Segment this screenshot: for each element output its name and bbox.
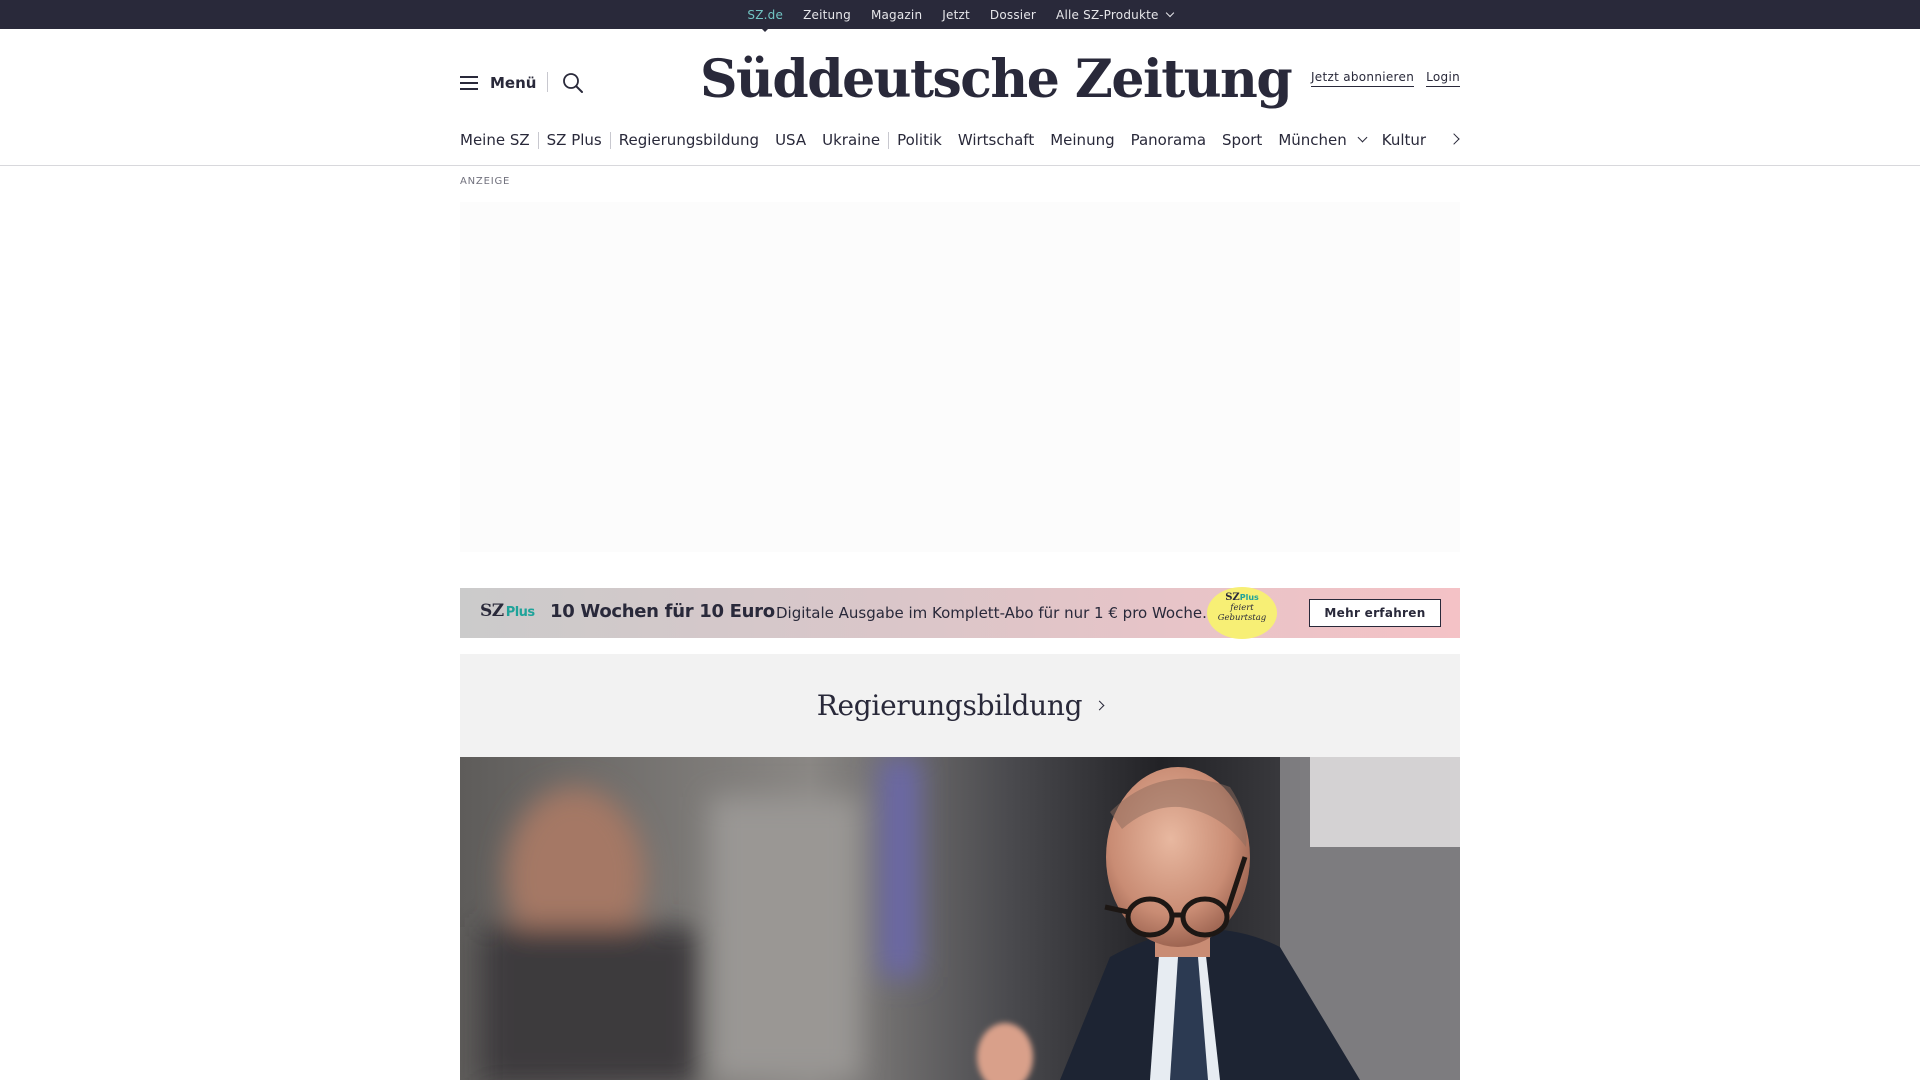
product-nav: SZ.de Zeitung Magazin Jetzt Dossier Alle…: [0, 0, 1920, 32]
chevron-right-icon[interactable]: [1446, 130, 1466, 150]
product-link-jetzt[interactable]: Jetzt: [942, 8, 970, 22]
search-icon: [563, 73, 583, 93]
all-products-label: Alle SZ-Produkte: [1056, 7, 1159, 22]
nav-item-muenchen-label: München: [1278, 131, 1347, 149]
sz-plus-logo-sz: SZ: [480, 601, 504, 621]
nav-item-sport[interactable]: Sport: [1214, 131, 1270, 149]
hamburger-icon: [460, 76, 478, 90]
badge-line1: feiert: [1230, 603, 1254, 613]
ad-slot: [460, 202, 1460, 552]
product-link-szde[interactable]: SZ.de: [747, 8, 783, 32]
nav-item-politik[interactable]: Politik: [889, 131, 950, 149]
site-logo[interactable]: Süddeutsche Zeitung: [700, 44, 1293, 116]
chevron-down-icon: [1357, 132, 1368, 142]
ad-label: ANZEIGE: [460, 176, 511, 187]
teaser-image[interactable]: [460, 757, 1460, 1080]
sz-plus-logo-plus: Plus: [505, 605, 535, 620]
sz-plus-logo: SZ Plus: [480, 601, 535, 621]
promo-subline: Digitale Ausgabe im Komplett-Abo für nur…: [776, 604, 1207, 622]
account-links: Jetzt abonnieren Login: [1310, 70, 1460, 87]
nav-item-sz-plus[interactable]: SZ Plus: [539, 131, 610, 149]
teaser-photo: [460, 757, 1460, 1080]
nav-item-wirtschaft[interactable]: Wirtschaft: [950, 131, 1042, 149]
chevron-down-icon: [1165, 8, 1174, 17]
ressort-nav: Meine SZ SZ Plus Regierungsbildung USA U…: [460, 126, 1460, 154]
nav-item-kultur[interactable]: Kultur: [1374, 131, 1434, 149]
product-link-magazin[interactable]: Magazin: [871, 8, 922, 22]
nav-item-usa[interactable]: USA: [767, 131, 814, 149]
nav-item-regierungsbildung[interactable]: Regierungsbildung: [611, 131, 767, 149]
menu-button[interactable]: Menü: [460, 68, 536, 98]
nav-item-meinung[interactable]: Meinung: [1042, 131, 1122, 149]
product-link-zeitung[interactable]: Zeitung: [803, 8, 851, 22]
header-divider-line: [0, 165, 1920, 166]
menu-label: Menü: [490, 74, 537, 92]
birthday-badge: SZPlus feiert Geburtstag: [1207, 587, 1277, 639]
badge-sz: SZ: [1225, 592, 1240, 603]
product-link-all-products[interactable]: Alle SZ-Produkte: [1056, 7, 1174, 22]
nav-item-ukraine[interactable]: Ukraine: [814, 131, 888, 149]
sz-plus-promo-banner[interactable]: SZ Plus 10 Wochen für 10 Euro Digitale Au…: [460, 587, 1460, 639]
product-link-dossier[interactable]: Dossier: [990, 8, 1036, 22]
nav-item-panorama[interactable]: Panorama: [1123, 131, 1214, 149]
badge-line2: Geburtstag: [1217, 613, 1267, 623]
login-link[interactable]: Login: [1426, 70, 1460, 87]
nav-item-meine-sz[interactable]: Meine SZ: [460, 131, 538, 149]
header-divider: [547, 72, 548, 92]
mehr-erfahren-button[interactable]: Mehr erfahren: [1309, 599, 1441, 627]
nav-item-muenchen[interactable]: München: [1270, 131, 1373, 149]
badge-plus: Plus: [1239, 593, 1259, 602]
subscribe-link[interactable]: Jetzt abonnieren: [1310, 70, 1415, 87]
section-header-regierungsbildung[interactable]: Regierungsbildung: [460, 654, 1460, 757]
chevron-right-icon: [1094, 700, 1105, 711]
promo-headline: 10 Wochen für 10 Euro: [550, 601, 775, 622]
section-title: Regierungsbildung: [816, 689, 1083, 722]
search-button[interactable]: [561, 71, 585, 95]
product-bar: SZ.de Zeitung Magazin Jetzt Dossier Alle…: [0, 0, 1920, 32]
